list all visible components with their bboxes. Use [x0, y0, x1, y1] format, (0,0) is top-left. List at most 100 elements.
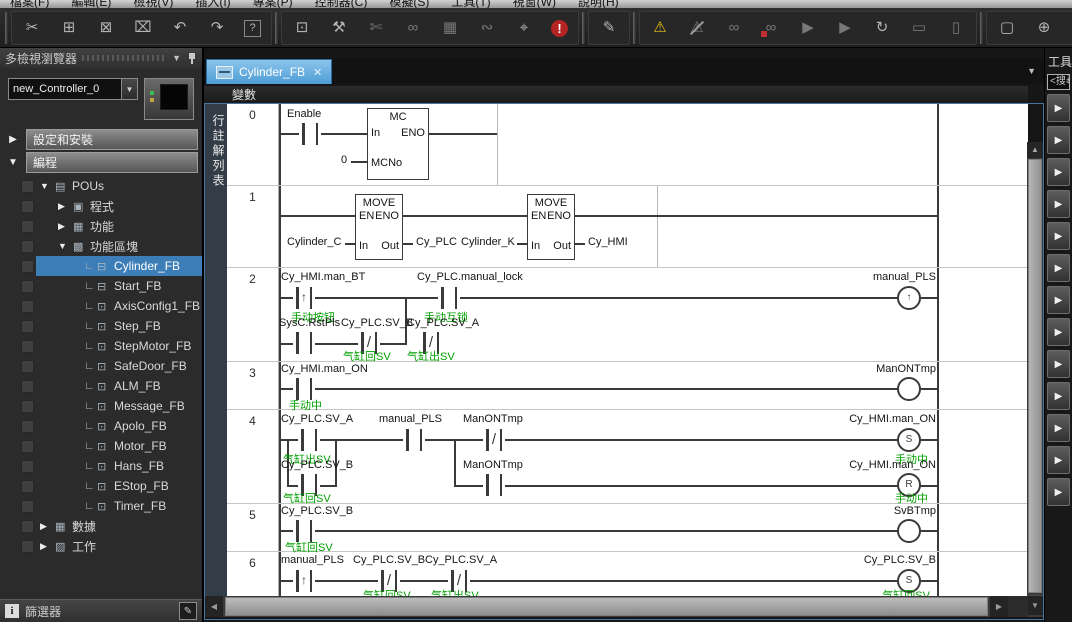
tree-item-safedoor-fb[interactable]: ∟⊡SafeDoor_FB	[0, 356, 202, 376]
operand-label[interactable]: ManONTmp	[876, 363, 936, 375]
no-contact[interactable]	[298, 429, 320, 451]
toolbox-category-expand-icon[interactable]: ▶	[1047, 254, 1070, 282]
expand-arrow-icon[interactable]: ▶	[0, 134, 26, 145]
scroll-up-icon[interactable]: ▲	[1027, 142, 1043, 158]
operand-label[interactable]: Cy_HMI.man_ON	[281, 363, 368, 375]
tree-item-motor-fb[interactable]: ∟⊡Motor_FB	[0, 436, 202, 456]
expand-arrow-icon[interactable]: ▼	[40, 181, 55, 191]
scroll-left-icon[interactable]: ◀	[205, 596, 223, 617]
filter-options-button[interactable]: ✎	[179, 602, 197, 620]
toolbox-category-expand-icon[interactable]: ▶	[1047, 222, 1070, 250]
toolbox-category-expand-icon[interactable]: ▶	[1047, 414, 1070, 442]
operand-label[interactable]: Cy_PLC.SV_A	[281, 413, 353, 425]
edit-mode-icon[interactable]: ✎	[599, 18, 619, 38]
toolbox-category-expand-icon[interactable]: ▶	[1047, 382, 1070, 410]
toolbox-category-expand-icon[interactable]: ▶	[1047, 446, 1070, 474]
vertical-scrollbar[interactable]: ▲ ▼	[1027, 142, 1043, 617]
output-coil[interactable]	[897, 377, 921, 401]
rung-1[interactable]: 1 MOVE EN ENO In Out	[227, 186, 1028, 268]
rung-4[interactable]: 4 Cy_PLC.SV_A 气缸出SV Cy_PLC.SV_B	[227, 410, 1028, 504]
monitor-stop-icon[interactable]: ∞	[761, 18, 781, 38]
undo-icon[interactable]: ↶	[170, 18, 190, 38]
toolbox-category-expand-icon[interactable]: ▶	[1047, 126, 1070, 154]
section-configurations[interactable]: ▶ 設定和安裝	[0, 128, 202, 151]
row-comment-list-tab[interactable]: 行註解列表	[205, 104, 227, 596]
cancel-build-icon[interactable]: ✄	[366, 18, 386, 38]
rung-6[interactable]: 6 manual_PLS ↑ Cy_PLC.SV_B / 气缸回SV Cy_PL…	[227, 552, 1028, 596]
chevron-down-icon[interactable]: ▼	[172, 53, 181, 63]
operand-label[interactable]: Cylinder_C	[287, 236, 341, 248]
horizontal-scroll-thumb[interactable]	[225, 597, 988, 616]
expand-arrow-icon[interactable]: ▶	[58, 221, 73, 232]
rung-number[interactable]: 4	[227, 410, 279, 503]
tree-item-alm-fb[interactable]: ∟⊡ALM_FB	[0, 376, 202, 396]
operand-label[interactable]: Cy_HMI.man_BT	[281, 271, 365, 283]
abort-icon[interactable]: !	[551, 20, 568, 37]
pin-icon[interactable]	[187, 52, 197, 65]
operand-label[interactable]: Cy_HMI.man_ON	[849, 413, 936, 425]
program-check-off-icon[interactable]: ⚠	[687, 18, 707, 38]
io-map-icon[interactable]: ∾	[477, 18, 497, 38]
no-contact[interactable]	[483, 474, 505, 496]
toolbox-category-expand-icon[interactable]: ▶	[1047, 158, 1070, 186]
controller-select[interactable]: new_Controller_0	[8, 78, 122, 100]
output-coil[interactable]	[897, 519, 921, 543]
operand-label[interactable]: manual_PLS	[379, 413, 442, 425]
tab-cylinder-fb[interactable]: Cylinder_FB ✕	[206, 59, 332, 84]
tab-list-dropdown-icon[interactable]: ▼	[1027, 66, 1036, 76]
expand-arrow-icon[interactable]: ▼	[0, 157, 26, 168]
program-check-icon[interactable]: ⚠	[650, 18, 670, 38]
rung-number[interactable]: 6	[227, 552, 279, 596]
delete-icon[interactable]: ⌧	[133, 18, 153, 38]
scroll-down-icon[interactable]: ▼	[1027, 595, 1043, 615]
operand-label[interactable]: Cy_PLC.SV_B	[281, 459, 353, 471]
run-all-icon[interactable]: ▶	[835, 18, 855, 38]
tree-item-data[interactable]: ▶▦數據	[0, 516, 202, 536]
build-icon[interactable]: ⚒	[329, 18, 349, 38]
expand-arrow-icon[interactable]: ▶	[40, 541, 55, 552]
function-block-move-1[interactable]: MOVE EN ENO In Out	[355, 194, 403, 260]
operand-label[interactable]: manual_PLS	[281, 554, 344, 566]
no-contact[interactable]	[438, 287, 460, 309]
expand-arrow-icon[interactable]: ▶	[58, 201, 73, 212]
toolbox-category-expand-icon[interactable]: ▶	[1047, 286, 1070, 314]
constant-value[interactable]: 0	[341, 154, 347, 166]
tree-item-start-fb[interactable]: ∟⊟Start_FB	[0, 276, 202, 296]
operand-label[interactable]: ManONTmp	[463, 413, 523, 425]
operand-label[interactable]: Cy_PLC	[416, 236, 457, 248]
operand-label[interactable]: Enable	[287, 108, 321, 120]
operand-label[interactable]: SvBTmp	[894, 505, 936, 517]
tree-item-hans-fb[interactable]: ∟⊡Hans_FB	[0, 456, 202, 476]
tree-item-stepmotor-fb[interactable]: ∟⊡StepMotor_FB	[0, 336, 202, 356]
tree-item-message-fb[interactable]: ∟⊡Message_FB	[0, 396, 202, 416]
run-icon[interactable]: ▶	[798, 18, 818, 38]
horizontal-scrollbar[interactable]: ◀ ▶	[205, 596, 1028, 617]
rising-edge-contact[interactable]: ↑	[293, 287, 315, 309]
zoom-in-icon[interactable]: ⊕	[1034, 18, 1054, 38]
fit-zoom-icon[interactable]: ▢	[997, 18, 1017, 38]
online-window-1-icon[interactable]: ▭	[909, 18, 929, 38]
rung-number[interactable]: 5	[227, 504, 279, 551]
search-icon[interactable]: ⌖	[514, 18, 534, 38]
online-window-2-icon[interactable]: ▯	[946, 18, 966, 38]
close-icon[interactable]: ✕	[313, 66, 322, 79]
no-contact[interactable]	[403, 429, 425, 451]
toolbox-search-input[interactable]: <搜尋>	[1047, 74, 1070, 90]
tree-item-axisconfig1-fb[interactable]: ∟⊡AxisConfig1_FB	[0, 296, 202, 316]
rung-number[interactable]: 3	[227, 362, 279, 409]
no-contact[interactable]	[293, 332, 315, 354]
tree-item-function-blocks[interactable]: ▼▩功能區塊	[0, 236, 202, 256]
copy-icon[interactable]: ⊞	[59, 18, 79, 38]
operand-label[interactable]: Cylinder_K	[461, 236, 515, 248]
monitor-icon[interactable]: ∞	[724, 18, 744, 38]
toolbox-title[interactable]: 工具	[1045, 48, 1072, 73]
filter-label[interactable]: 篩選器	[25, 603, 173, 620]
operand-label[interactable]: Cy_PLC.manual_lock	[417, 271, 523, 283]
rung-number[interactable]: 1	[227, 186, 279, 267]
toolbox-category-expand-icon[interactable]: ▶	[1047, 478, 1070, 506]
nc-contact[interactable]: /	[483, 429, 505, 451]
operand-label[interactable]: Cy_PLC.SV_A	[425, 554, 497, 566]
function-block-move-2[interactable]: MOVE EN ENO In Out	[527, 194, 575, 260]
no-contact[interactable]	[299, 123, 321, 145]
tree-item-pous[interactable]: ▼▤POUs	[0, 176, 202, 196]
